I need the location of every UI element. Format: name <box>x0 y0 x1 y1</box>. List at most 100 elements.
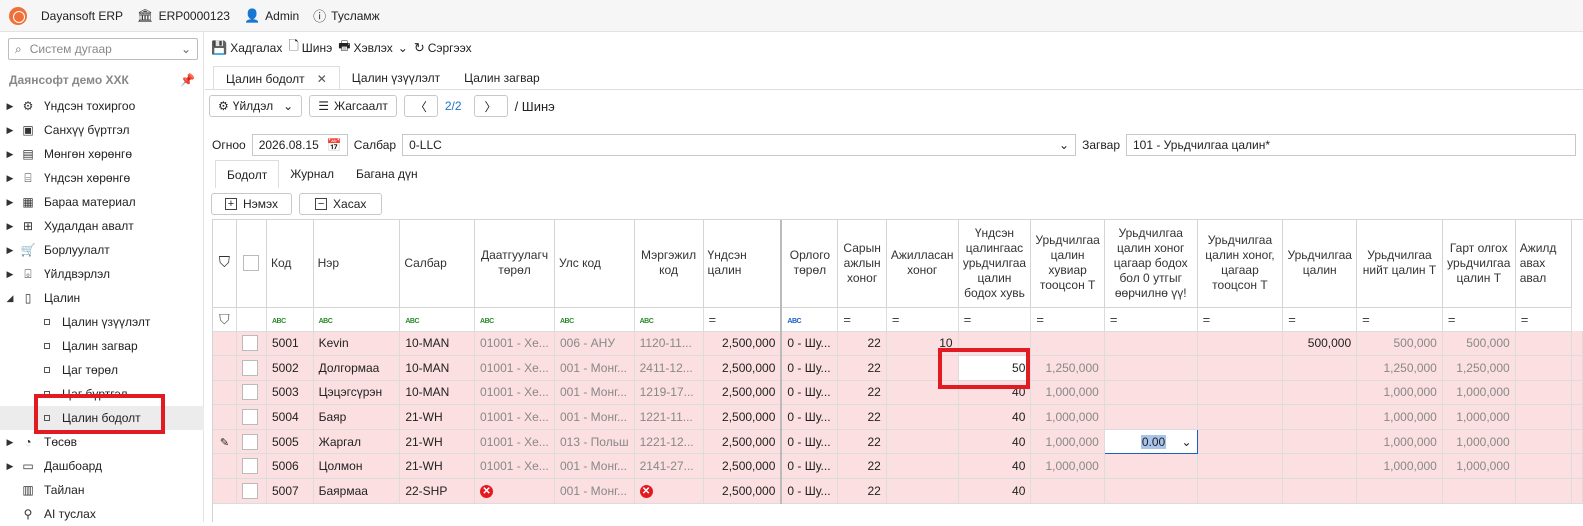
cell-code[interactable]: 5004 <box>266 404 314 430</box>
cell-prof[interactable]: 2141-27... <box>634 453 704 480</box>
cell-hours[interactable] <box>1104 478 1198 504</box>
filter-cell[interactable]: = <box>703 307 782 332</box>
select-all-header[interactable] <box>236 220 268 308</box>
cell-code[interactable]: 5007 <box>266 478 314 504</box>
cell-hire[interactable] <box>1515 380 1573 406</box>
cell-code[interactable]: 5002 <box>266 355 314 381</box>
filter-cell[interactable]: = <box>1356 307 1443 332</box>
expand-arrow-icon[interactable]: ▶ <box>0 245 20 256</box>
cell-pctamt[interactable] <box>1030 478 1105 504</box>
row-checkbox[interactable] <box>241 409 258 426</box>
cell-country[interactable]: 001 - Монг... <box>554 453 635 480</box>
col-header-work-days[interactable]: Сарын ажлын хоног <box>837 220 887 308</box>
editor-value[interactable]: 0.00 <box>1140 434 1167 449</box>
row-checkbox[interactable] <box>241 359 258 376</box>
expand-arrow-icon[interactable]: ▶ <box>0 173 20 184</box>
col-header-name[interactable]: Нэр <box>313 220 401 308</box>
cell-code[interactable]: 5006 <box>266 453 314 480</box>
cell-prof[interactable]: 1221-12... <box>634 429 704 455</box>
company-code[interactable]: 🏛 ERP0000123 <box>137 8 230 24</box>
cell-hire[interactable] <box>1515 478 1573 504</box>
cell-base[interactable]: 2,500,000 <box>703 331 782 357</box>
cell-branch[interactable]: 10-MAN <box>399 380 476 406</box>
cell-base[interactable]: 2,500,000 <box>703 404 782 430</box>
row-select-cell[interactable] <box>236 380 268 406</box>
row-checkbox[interactable] <box>241 482 258 499</box>
pin-icon[interactable]: 📌 <box>180 73 195 87</box>
cell-hand[interactable]: 1,000,000 <box>1442 429 1516 455</box>
next-button[interactable]: 〉 <box>473 95 508 117</box>
user-menu[interactable]: 👤 Admin <box>244 8 299 24</box>
chevron-down-icon[interactable]: ⌄ <box>1178 435 1192 449</box>
cell-total[interactable]: 1,000,000 <box>1356 380 1443 406</box>
col-header-advance[interactable]: Урьдчилгаа цалин <box>1282 220 1358 308</box>
expand-arrow-icon[interactable]: ▶ <box>0 269 20 280</box>
cell-hours-editor[interactable]: 0.00 ⌄ <box>1103 428 1198 455</box>
row-select-cell[interactable] <box>236 355 268 381</box>
cell-country[interactable]: 001 - Монг... <box>554 478 635 504</box>
cell-branch[interactable]: 21-WH <box>399 453 476 480</box>
cell-hoursamt[interactable] <box>1197 478 1284 504</box>
filter-toggle-header[interactable]: ⛉ <box>213 220 237 308</box>
subtab-calculation[interactable]: Бодолт <box>215 160 280 188</box>
new-button[interactable]: 🗋 Шинэ <box>288 37 332 59</box>
template-select[interactable]: 101 - Урьдчилгаа цалин* <box>1126 134 1576 156</box>
cell-worked[interactable] <box>886 404 959 430</box>
cell-base[interactable]: 2,500,000 <box>703 478 782 504</box>
row-select-cell[interactable] <box>236 331 268 357</box>
chevron-down-icon[interactable]: ⌄ <box>1059 138 1069 152</box>
table-row[interactable]: 5004 Баяр 21-WH 01001 - Хе... 001 - Монг... 1… <box>213 404 1583 430</box>
app-logo-icon[interactable] <box>9 6 27 25</box>
expand-arrow-icon[interactable]: ▶ <box>0 149 20 160</box>
cell-hand[interactable]: 1,250,000 <box>1442 355 1516 381</box>
row-select-cell[interactable] <box>236 429 268 455</box>
branch-select[interactable]: 0-LLC ⌄ <box>402 134 1077 156</box>
cell-pct[interactable]: 40 <box>958 478 1032 504</box>
cell-pct[interactable]: 40 <box>958 429 1032 455</box>
cell-branch[interactable]: 22-SHP <box>399 478 476 504</box>
cell-hand[interactable]: 1,000,000 <box>1442 453 1516 480</box>
cell-adv[interactable] <box>1282 404 1358 430</box>
cell-hire[interactable] <box>1515 453 1573 480</box>
cell-country[interactable]: 013 - Польш <box>554 429 635 455</box>
expand-arrow-icon[interactable]: ▶ <box>0 437 20 448</box>
col-header-branch[interactable]: Салбар <box>399 220 476 308</box>
filter-cell[interactable]: ⛉ <box>213 307 237 332</box>
cell-days[interactable]: 22 <box>837 429 887 455</box>
col-header-hours-note[interactable]: Урьдчилгаа цалин хоног цагаар бодох бол … <box>1104 220 1198 308</box>
tab-salary-calculation[interactable]: Цалин бодолт ✕ <box>213 66 340 90</box>
filter-cell[interactable]: ABC <box>313 307 401 332</box>
row-checkbox[interactable] <box>241 335 258 352</box>
col-header-profession[interactable]: Мэргэжил код <box>634 220 704 308</box>
col-header-hand-out[interactable]: Гарт олгох урьдчилгаа цалин Т <box>1442 220 1516 308</box>
cell-hand[interactable] <box>1442 478 1516 504</box>
cell-name[interactable]: Цолмон <box>313 453 401 480</box>
row-checkbox[interactable] <box>241 384 258 401</box>
prev-button[interactable]: 〈 <box>403 95 438 117</box>
cell-adv[interactable] <box>1282 355 1358 381</box>
sidebar-item-ai[interactable]: ⚲ AI туслах <box>0 502 204 526</box>
sidebar-item-purchase[interactable]: ▶ ⊞ Худалдан авалт <box>0 214 204 238</box>
cell-name[interactable]: Жаргал <box>313 429 401 455</box>
sidebar-subitem-indicator[interactable]: Цалин үзүүлэлт <box>0 310 204 334</box>
cell-prof[interactable]: ✕ <box>634 478 704 504</box>
sidebar-item-settings[interactable]: ▶ ⚙ Үндсэн тохиргоо <box>0 94 204 118</box>
cell-hoursamt[interactable] <box>1197 404 1284 430</box>
col-header-base-salary[interactable]: Үндсэн цалин <box>703 220 782 308</box>
help-link[interactable]: ⓘ Тусламж <box>313 6 380 25</box>
search-input[interactable]: ⌕ Систем дугаар ⌄ <box>8 38 198 60</box>
sidebar-item-inventory[interactable]: ▶ ▦ Бараа материал <box>0 190 204 214</box>
col-header-worked-days[interactable]: Ажилласан хоног <box>886 220 959 308</box>
sidebar-item-assets[interactable]: ▶ ⌸ Үндсэн хөрөнгө <box>0 166 204 190</box>
sidebar-subitem-timetype[interactable]: Цаг төрөл <box>0 358 204 382</box>
cell-hand[interactable]: 500,000 <box>1442 331 1516 357</box>
cell-base[interactable]: 2,500,000 <box>703 453 782 480</box>
sidebar-item-report[interactable]: ▥ Тайлан <box>0 478 204 502</box>
cell-adv[interactable] <box>1282 453 1358 480</box>
cell-total[interactable]: 1,250,000 <box>1356 355 1443 381</box>
cell-pct[interactable]: 40 <box>958 404 1032 430</box>
cell-country[interactable]: 001 - Монг... <box>554 355 635 381</box>
filter-cell[interactable]: = <box>1104 307 1198 332</box>
cell-branch[interactable]: 10-MAN <box>399 355 476 381</box>
cell-hoursamt[interactable] <box>1197 380 1284 406</box>
